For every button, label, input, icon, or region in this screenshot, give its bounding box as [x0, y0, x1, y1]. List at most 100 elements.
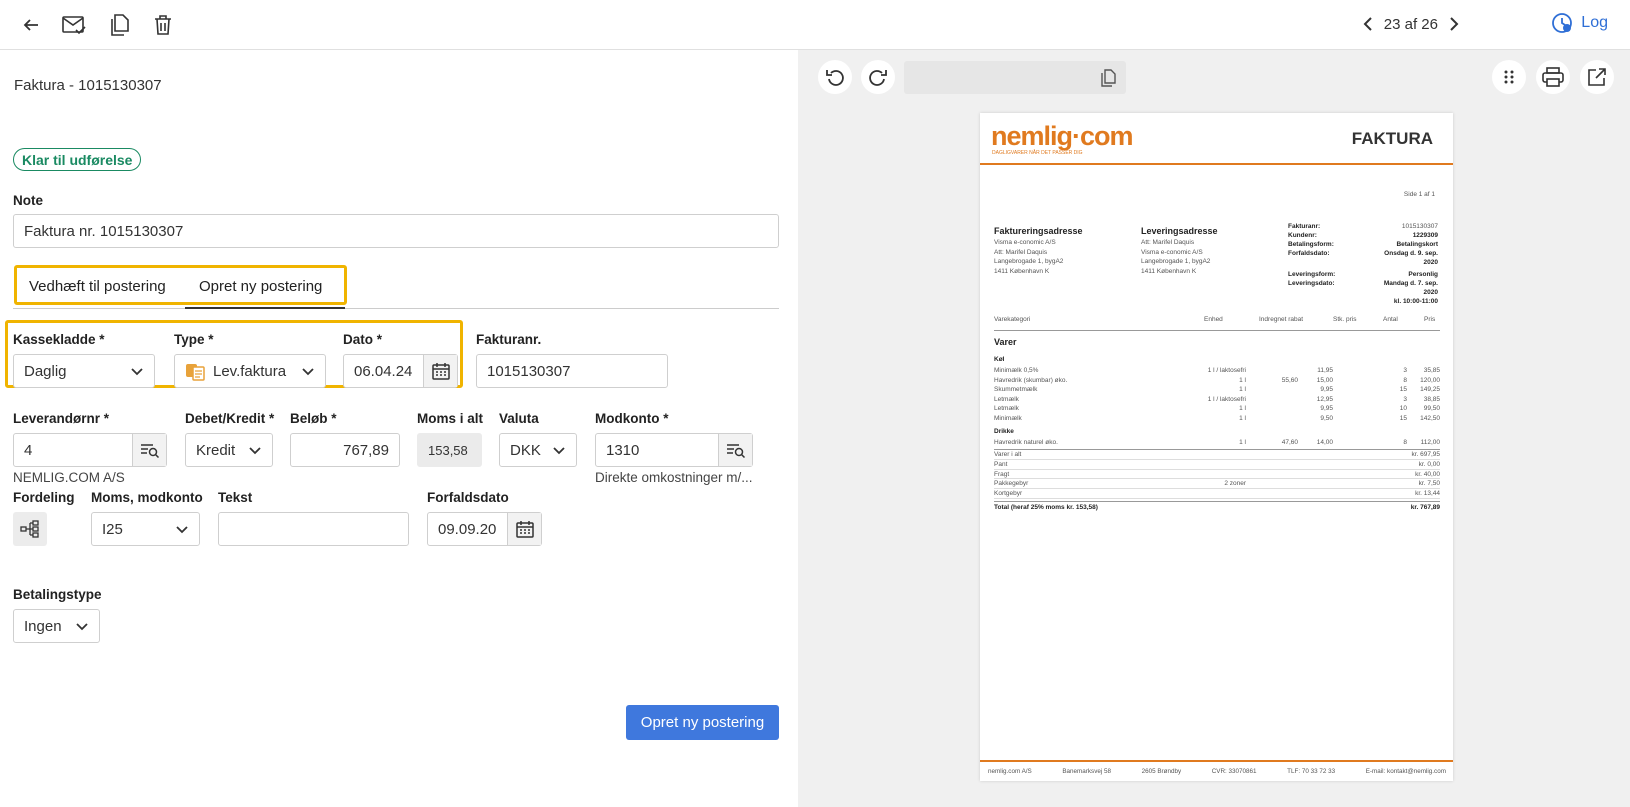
info-value: 1229309	[1412, 232, 1438, 239]
doc-title: FAKTURA	[1351, 129, 1433, 148]
info-value: kl. 10:00-11:00	[1393, 298, 1438, 305]
supplier-invoice-icon	[186, 364, 205, 381]
valuta-select[interactable]: DKK	[499, 433, 577, 467]
tab-new-posting[interactable]: Opret ny postering	[199, 278, 322, 295]
grand-total-label: Total (heraf 25% moms kr. 153,58)	[994, 504, 1098, 511]
totals-label: Varer i alt	[994, 451, 1022, 458]
chevron-left-icon[interactable]	[1362, 16, 1374, 32]
type-select[interactable]: Lev.faktura	[174, 354, 326, 388]
totals-value: kr. 7,50	[1418, 480, 1440, 488]
totals-value: kr. 0,00	[1418, 460, 1440, 468]
chevron-right-icon[interactable]	[1448, 16, 1460, 32]
note-input[interactable]: Faktura nr. 1015130307	[13, 214, 779, 248]
table-cell: 38,85	[1423, 395, 1440, 403]
billing-line: Visma e-conomic A/S	[994, 239, 1056, 246]
info-value: Betalingskort	[1396, 241, 1438, 248]
info-row: Fakturanr: 1015130307	[1288, 222, 1438, 231]
betalingstype-select[interactable]: Ingen	[13, 609, 100, 643]
table-cell: 9,95	[1320, 405, 1333, 412]
dato-calendar-button[interactable]	[423, 355, 457, 387]
leverandor-search-button[interactable]	[132, 434, 166, 466]
chevron-down-icon	[131, 368, 143, 376]
fordeling-button[interactable]	[13, 512, 47, 546]
footer-item: E-mail: kontakt@nemlig.com	[1365, 768, 1446, 775]
table-cell: 1 l	[1239, 405, 1246, 412]
forfald-input[interactable]: 09.09.20	[427, 512, 542, 546]
copy-button[interactable]	[104, 10, 134, 40]
table-cell: 11,95	[1317, 367, 1333, 374]
dato-input[interactable]: 06.04.24	[343, 354, 458, 388]
back-button[interactable]	[16, 10, 46, 40]
table-cell: 1 l	[1239, 439, 1246, 446]
kassekladde-label: Kassekladde *	[13, 332, 105, 347]
fakturanr-input[interactable]: 1015130307	[476, 354, 668, 388]
grand-total-value: kr. 767,89	[1410, 504, 1440, 511]
invoice-document: nemlig·com DAGLIGVARER NÅR DET PASSER DI…	[980, 113, 1453, 781]
email-button[interactable]	[59, 10, 89, 40]
modkonto-input[interactable]: 1310	[595, 433, 753, 467]
billing-address: Visma e-conomic A/S Att: Marifel Daquis La…	[994, 238, 1063, 276]
copy-icon[interactable]	[1100, 69, 1116, 87]
items-header: Varekategori Enhed Indregnet rabat Stk. …	[994, 313, 1440, 331]
submit-button[interactable]: Opret ny postering	[626, 705, 779, 740]
col-header: Antal	[1383, 316, 1398, 323]
tab-attach[interactable]: Vedhæft til postering	[29, 278, 166, 295]
debet-select[interactable]: Kredit	[185, 433, 273, 467]
more-options-button[interactable]	[1492, 60, 1526, 94]
info-value: Onsdag d. 9. sep. 2020	[1384, 250, 1438, 266]
table-row: Minimælk 0,5% 1 l / laktosefri 11,95 3 35,85	[994, 366, 1440, 376]
belob-label: Beløb *	[290, 411, 337, 426]
chevron-down-icon	[249, 447, 261, 455]
table-cell: 35,85	[1423, 367, 1440, 374]
modkonto-label: Modkonto *	[595, 411, 669, 426]
leverandor-label: Leverandørnr *	[13, 411, 110, 426]
nemlig-logo: nemlig·com	[991, 121, 1134, 151]
moms-alt-label: Moms i alt	[417, 411, 484, 426]
table-cell: Havredrik naturel øko.	[994, 439, 1058, 446]
forfald-calendar-button[interactable]	[507, 513, 541, 545]
table-cell: 15	[1399, 386, 1407, 393]
col-header: Stk. pris	[1333, 316, 1357, 323]
document-url-field[interactable]	[904, 61, 1126, 94]
rotate-right-button[interactable]	[861, 60, 895, 94]
tekst-input[interactable]	[218, 512, 409, 546]
totals-value: kr. 697,95	[1411, 451, 1440, 458]
table-cell: 149,25	[1420, 386, 1440, 393]
delete-button[interactable]	[148, 10, 178, 40]
status-badge: Klar til udførelse	[13, 148, 142, 171]
info-row: Leveringsdato: Mandag d. 7. sep. 2020	[1288, 279, 1438, 297]
belob-input[interactable]: 767,89	[290, 433, 400, 467]
list-search-icon	[726, 444, 745, 458]
table-cell: 142,50	[1420, 414, 1440, 422]
section-title: Varer	[994, 337, 1017, 347]
table-cell: 1 l / laktosefri	[1207, 367, 1246, 374]
open-external-button[interactable]	[1580, 60, 1614, 94]
pager-text: 23 af 26	[1383, 15, 1438, 33]
modkonto-search-button[interactable]	[718, 434, 752, 466]
moms-mod-select[interactable]: I25	[91, 512, 200, 546]
leverandor-input[interactable]: 4	[13, 433, 167, 467]
betalingstype-value: Ingen	[24, 617, 62, 635]
col-header: Indregnet rabat	[1259, 316, 1304, 323]
table-row: Havredrik (skumbar) øko. 1 l 55,60 15,00 8 12…	[994, 376, 1440, 386]
rotate-left-button[interactable]	[818, 60, 852, 94]
info-row: kl. 10:00-11:00	[1288, 297, 1438, 306]
totals-label: Kortgebyr	[994, 490, 1023, 498]
delivery-line: Att: Marifel Daquis	[1141, 239, 1195, 246]
info-key: Betalingsform:	[1288, 241, 1334, 248]
chevron-down-icon	[176, 526, 188, 534]
arrow-left-icon	[23, 19, 38, 31]
calendar-icon	[515, 521, 534, 538]
print-button[interactable]	[1536, 60, 1570, 94]
totals-value: kr. 40,00	[1415, 470, 1440, 478]
tab-active-indicator	[185, 307, 345, 309]
page-title: Faktura - 1015130307	[14, 77, 162, 94]
table-row: Minimælk 1 l 9,50 15 142,50	[994, 414, 1440, 424]
leverandor-value: 4	[24, 441, 33, 459]
kassekladde-select[interactable]: Daglig	[13, 354, 155, 388]
tekst-label: Tekst	[218, 490, 253, 505]
kassekladde-value: Daglig	[24, 362, 67, 380]
debet-label: Debet/Kredit *	[185, 411, 275, 426]
forfald-value: 09.09.20	[438, 520, 497, 538]
log-button[interactable]: Log	[1551, 12, 1608, 34]
